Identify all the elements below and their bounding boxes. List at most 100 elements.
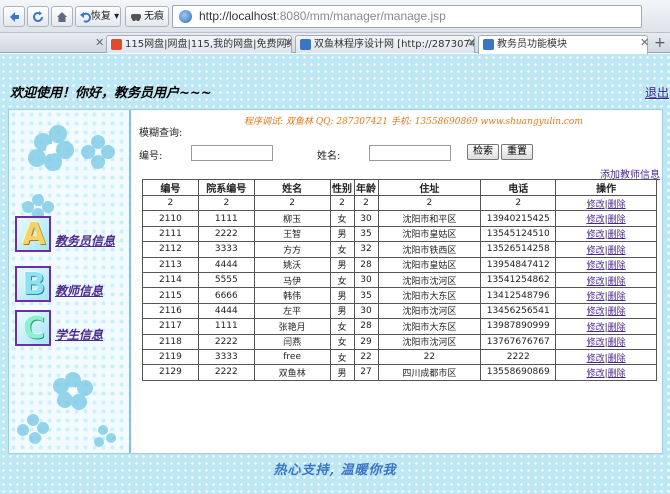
row-actions: 修改|删除 <box>555 333 657 350</box>
restore-button[interactable]: 恢复 ▾ <box>75 6 121 27</box>
table-cell: 女 <box>329 210 355 227</box>
table-cell: 闫燕 <box>253 333 331 350</box>
home-icon-button[interactable] <box>3 6 25 27</box>
tab-115-disk[interactable]: 115网盘|网盘|115,我的网盘|免费网络... <box>106 35 292 53</box>
close-tab-icon[interactable]: ✕ <box>284 36 293 49</box>
table-row: 2117 1111 张艳月女 28 沈阳市大东区 13987890999 修改|删除 <box>142 318 657 335</box>
table-row: 2111 2222 王智男 35 沈阳市皇姑区 13545124510 修改|删除 <box>142 225 657 243</box>
reset-button[interactable]: 重置 <box>501 144 533 160</box>
table-cell: 男 <box>329 364 355 381</box>
refresh-button[interactable] <box>27 6 49 27</box>
close-tab-icon[interactable]: ✕ <box>467 36 476 49</box>
table-cell: 2222 <box>197 364 255 381</box>
table-cell: 王智 <box>253 225 331 243</box>
edit-link[interactable]: 修改 <box>587 277 605 287</box>
table-row: 2112 3333 方方女 32 沈阳市铁西区 13526514258 修改|删除 <box>142 241 657 258</box>
logout-link[interactable]: 退出 <box>645 84 669 101</box>
row-actions: 修改|删除 <box>555 364 657 381</box>
delete-link[interactable]: 删除 <box>608 200 626 210</box>
delete-link[interactable]: 删除 <box>608 323 626 333</box>
nav-link-manager-info[interactable]: 教务员信息 <box>55 232 115 249</box>
table-cell: 男 <box>329 302 355 320</box>
edit-link[interactable]: 修改 <box>587 323 605 333</box>
globe-icon <box>179 10 192 23</box>
table-cell: 3333 <box>197 241 255 258</box>
edit-link[interactable]: 修改 <box>587 292 605 302</box>
table-cell: 5555 <box>197 271 255 289</box>
developer-slogan: 程序调试: 双鱼林 QQ: 287307421 手机: 13558690869 … <box>244 117 583 127</box>
edit-link[interactable]: 修改 <box>587 246 605 256</box>
tab-manager-module[interactable]: 教务员功能模块 <box>478 35 648 54</box>
edit-link[interactable]: 修改 <box>587 369 605 379</box>
letter-c-icon: C <box>15 310 51 346</box>
table-cell: 女 <box>329 318 355 335</box>
table-cell: 4444 <box>197 256 255 273</box>
table-row: 2 2 2 2 2 2 2 修改|删除 <box>142 194 657 212</box>
nav-item-student-info[interactable]: C 学生信息 <box>15 310 127 346</box>
edit-link[interactable]: 修改 <box>587 200 605 210</box>
table-cell: 2 <box>197 194 255 212</box>
delete-link[interactable]: 删除 <box>608 230 626 240</box>
home-button[interactable] <box>51 6 73 27</box>
column-header: 操作 <box>555 179 657 196</box>
tab-shuangyulin[interactable]: 双鱼林程序设计网 [http://28730742... <box>295 35 475 53</box>
nav-item-teacher-info[interactable]: B 教师信息 <box>15 266 127 302</box>
id-search-input[interactable] <box>191 145 273 161</box>
table-cell: 30 <box>353 210 379 227</box>
table-cell: 2222 <box>480 348 557 366</box>
teacher-table: 编号 院系编号 姓名 性别 年龄 住址 电话 操作 2 2 2 2 2 2 2 修改|删除 21… <box>142 179 657 381</box>
row-actions: 修改|删除 <box>555 287 657 304</box>
delete-link[interactable]: 删除 <box>608 246 626 256</box>
nav-item-manager-info[interactable]: A 教务员信息 <box>15 216 127 252</box>
delete-link[interactable]: 删除 <box>608 369 626 379</box>
delete-link[interactable]: 删除 <box>608 292 626 302</box>
delete-link[interactable]: 删除 <box>608 354 626 364</box>
edit-link[interactable]: 修改 <box>587 338 605 348</box>
tab-label: 115网盘|网盘|115,我的网盘|免费网络... <box>125 39 292 50</box>
edit-link[interactable]: 修改 <box>587 261 605 271</box>
name-label: 姓名: <box>317 151 341 162</box>
close-tab-icon[interactable]: ✕ <box>95 36 104 49</box>
table-row: 2110 1111 柳玉女 30 沈阳市和平区 13940215425 修改|删除 <box>142 210 657 227</box>
delete-link[interactable]: 删除 <box>608 277 626 287</box>
name-search-input[interactable] <box>369 145 451 161</box>
new-tab-button[interactable]: + <box>654 35 666 51</box>
id-label: 编号: <box>139 151 163 162</box>
row-actions: 修改|删除 <box>555 225 657 243</box>
table-cell: 2 <box>377 194 482 212</box>
table-cell: 女 <box>329 241 355 258</box>
tab-favicon-icon <box>300 39 311 50</box>
table-cell: 男 <box>329 287 355 304</box>
table-cell: 2116 <box>142 302 199 320</box>
table-cell: 韩伟 <box>253 287 331 304</box>
search-button[interactable]: 检索 <box>467 144 499 160</box>
close-tab-icon[interactable]: ✕ <box>640 36 649 49</box>
table-cell: 35 <box>353 225 379 243</box>
table-cell: 2222 <box>197 225 255 243</box>
delete-link[interactable]: 删除 <box>608 338 626 348</box>
delete-link[interactable]: 删除 <box>608 261 626 271</box>
table-cell: 13954847412 <box>480 256 557 273</box>
table-row: 2114 5555 马伊女 30 沈阳市沈河区 13541254862 修改|删除 <box>142 271 657 289</box>
table-cell: 2 <box>253 194 331 212</box>
table-cell: 13456256541 <box>480 302 557 320</box>
column-header: 年龄 <box>353 179 379 196</box>
table-cell: 13541254862 <box>480 271 557 289</box>
edit-link[interactable]: 修改 <box>587 215 605 225</box>
table-cell: 女 <box>329 348 355 366</box>
table-cell: 沈阳市皇姑区 <box>377 225 482 243</box>
nav-link-teacher-info[interactable]: 教师信息 <box>55 282 103 299</box>
delete-link[interactable]: 删除 <box>608 307 626 317</box>
table-cell: 13558690869 <box>480 364 557 381</box>
table-cell: 沈阳市沈河区 <box>377 302 482 320</box>
table-cell: 2 <box>142 194 199 212</box>
address-bar[interactable]: http://localhost:8080/mm/manager/manage.… <box>172 5 642 28</box>
nav-link-student-info[interactable]: 学生信息 <box>55 326 103 343</box>
private-mode-button[interactable]: 无痕 <box>125 6 169 27</box>
edit-link[interactable]: 修改 <box>587 354 605 364</box>
edit-link[interactable]: 修改 <box>587 307 605 317</box>
delete-link[interactable]: 删除 <box>608 215 626 225</box>
table-cell: 13545124510 <box>480 225 557 243</box>
edit-link[interactable]: 修改 <box>587 230 605 240</box>
incognito-icon <box>131 14 141 21</box>
